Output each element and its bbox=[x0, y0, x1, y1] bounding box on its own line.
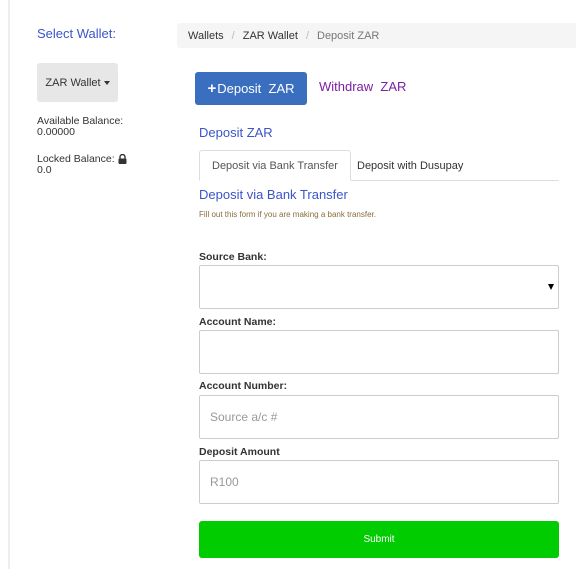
tab-dusupay[interactable]: Deposit with Dusupay bbox=[345, 150, 475, 181]
dropdown-arrow-icon bbox=[548, 284, 554, 290]
lock-icon bbox=[118, 154, 127, 164]
select-wallet-label: Select Wallet: bbox=[37, 26, 116, 41]
available-balance-value: 0.00000 bbox=[37, 126, 75, 138]
submit-button[interactable]: Submit bbox=[199, 521, 559, 558]
caret-down-icon bbox=[103, 81, 110, 85]
form-hint: Fill out this form if you are making a b… bbox=[199, 210, 376, 219]
account-name-label: Account Name: bbox=[199, 316, 277, 328]
deposit-amount-label: Deposit Amount bbox=[199, 446, 280, 458]
deposit-button[interactable]: + Deposit ZAR bbox=[195, 72, 307, 105]
breadcrumb: Wallets / ZAR Wallet / Deposit ZAR bbox=[177, 23, 576, 48]
breadcrumb-current: Deposit ZAR bbox=[317, 29, 380, 42]
wallet-dropdown[interactable]: ZAR Wallet bbox=[37, 63, 118, 102]
page: Select Wallet: ZAR Wallet Available Bala… bbox=[0, 0, 576, 569]
left-divider bbox=[8, 0, 10, 569]
breadcrumb-separator: / bbox=[305, 29, 309, 42]
wallet-dropdown-label: ZAR Wallet bbox=[45, 76, 101, 89]
withdraw-link[interactable]: Withdraw ZAR bbox=[319, 79, 406, 94]
section-title: Deposit ZAR bbox=[199, 125, 273, 140]
deposit-button-label: Deposit ZAR bbox=[217, 81, 295, 96]
tab-bank-transfer[interactable]: Deposit via Bank Transfer bbox=[199, 150, 351, 181]
breadcrumb-zar-wallet[interactable]: ZAR Wallet bbox=[243, 30, 298, 42]
source-bank-label: Source Bank: bbox=[199, 251, 267, 263]
breadcrumb-wallets[interactable]: Wallets bbox=[188, 30, 224, 42]
account-name-input[interactable] bbox=[199, 330, 559, 374]
form-title: Deposit via Bank Transfer bbox=[199, 187, 348, 202]
deposit-amount-input[interactable] bbox=[199, 460, 559, 504]
account-number-label: Account Number: bbox=[199, 380, 288, 392]
breadcrumb-separator: / bbox=[231, 29, 235, 42]
account-number-input[interactable] bbox=[199, 395, 559, 439]
source-bank-select[interactable] bbox=[199, 265, 559, 309]
locked-balance-value: 0.0 bbox=[37, 164, 52, 176]
plus-icon: + bbox=[207, 80, 217, 97]
